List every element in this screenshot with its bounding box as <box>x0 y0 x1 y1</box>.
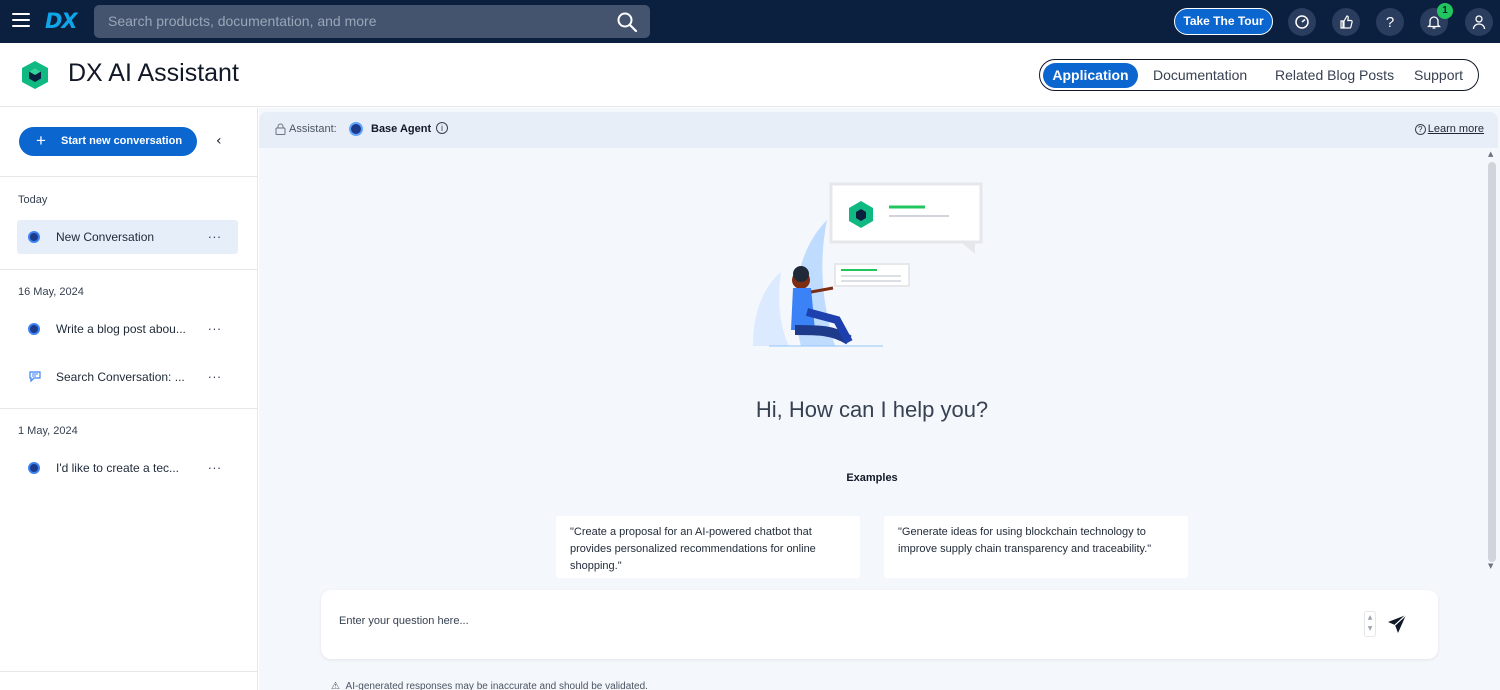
menu-icon[interactable] <box>12 13 30 29</box>
start-new-conversation-label: Start new conversation <box>61 135 183 147</box>
question-icon: ? <box>1385 13 1395 31</box>
learn-more-link[interactable]: ? Learn more <box>1414 123 1484 135</box>
info-icon[interactable]: i <box>436 122 448 134</box>
top-navigation-bar: DX Search products, documentation, and m… <box>0 0 1500 43</box>
example-prompt-card[interactable]: "Generate ideas for using blockchain tec… <box>884 516 1188 578</box>
scrollbar-thumb[interactable] <box>1488 162 1496 562</box>
more-options-icon[interactable]: ... <box>208 457 222 472</box>
user-icon <box>1472 15 1486 30</box>
ai-disclaimer-text: AI-generated responses may be inaccurate… <box>345 681 648 690</box>
conversation-item[interactable]: New Conversation ... <box>17 220 238 254</box>
conversation-item[interactable]: I'd like to create a tec... ... <box>17 451 238 485</box>
learn-more-label: Learn more <box>1427 123 1484 135</box>
scrollbar[interactable]: ▲ ▼ <box>1485 148 1498 576</box>
conversation-title: Search Conversation: ... <box>56 370 185 384</box>
assistant-bar: Assistant: Base Agent i ? Learn more <box>259 112 1498 148</box>
more-options-icon[interactable]: ... <box>208 318 222 333</box>
collapse-sidebar-chevron-icon[interactable]: ‹ <box>216 133 222 149</box>
example-prompt-card[interactable]: "Create a proposal for an AI-powered cha… <box>556 516 860 578</box>
help-button[interactable]: ? <box>1376 8 1404 36</box>
notification-badge: 1 <box>1437 3 1453 19</box>
more-options-icon[interactable]: ... <box>208 366 222 381</box>
group-label-16-may: 16 May, 2024 <box>18 286 84 298</box>
send-icon[interactable] <box>1386 613 1408 635</box>
conversation-title: New Conversation <box>56 230 155 244</box>
conversation-sidebar: + Start new conversation ‹ Today New Con… <box>0 108 258 690</box>
divider <box>0 269 258 270</box>
tab-application[interactable]: Application <box>1043 63 1138 88</box>
dashboard-button[interactable] <box>1288 8 1316 36</box>
section-tabs: Application Documentation Related Blog P… <box>1039 59 1479 91</box>
take-tour-button[interactable]: Take The Tour <box>1174 8 1273 35</box>
assistant-label: Assistant: <box>289 123 337 135</box>
agent-icon <box>349 122 363 136</box>
scroll-down-arrow-icon[interactable]: ▼ <box>1488 562 1493 570</box>
group-label-today: Today <box>18 194 48 206</box>
page-header: DX AI Assistant Application Documentatio… <box>0 43 1500 107</box>
tab-documentation[interactable]: Documentation <box>1153 63 1247 88</box>
conversation-title: Write a blog post abou... <box>56 322 186 336</box>
question-input[interactable] <box>339 615 1319 627</box>
search-icon[interactable] <box>616 11 638 33</box>
tab-related-blog-posts[interactable]: Related Blog Posts <box>1275 63 1394 88</box>
tab-support[interactable]: Support <box>1414 63 1463 88</box>
conversation-item[interactable]: Search Conversation: ... ... <box>17 360 238 394</box>
agent-icon <box>28 231 40 243</box>
plus-icon: + <box>36 131 46 150</box>
chat-panel: Assistant: Base Agent i ? Learn more ▲ ▼ … <box>259 108 1500 690</box>
dx-logo[interactable]: DX <box>45 9 78 33</box>
profile-button[interactable] <box>1465 8 1493 36</box>
assistant-illustration <box>753 182 983 347</box>
agent-icon <box>28 462 40 474</box>
scroll-up-arrow-icon[interactable]: ▲ <box>1488 150 1493 158</box>
divider <box>0 408 258 409</box>
global-search-bar[interactable]: Search products, documentation, and more <box>94 5 650 38</box>
thumbs-up-icon <box>1340 15 1353 29</box>
input-resize-stepper[interactable]: ▲ ▼ <box>1364 611 1376 637</box>
question-input-container: ▲▼ <box>321 590 1438 659</box>
divider <box>0 671 258 672</box>
dx-ai-assistant-logo-icon <box>22 61 48 89</box>
agent-icon <box>28 323 40 335</box>
page-title: DX AI Assistant <box>68 59 239 87</box>
warning-icon: ⚠ <box>331 681 340 690</box>
search-conversation-icon <box>29 371 41 383</box>
lock-icon <box>275 123 286 135</box>
ai-disclaimer: ⚠ AI-generated responses may be inaccura… <box>331 681 648 690</box>
divider <box>0 176 258 177</box>
feedback-button[interactable] <box>1332 8 1360 36</box>
conversation-item[interactable]: Write a blog post abou... ... <box>17 312 238 346</box>
examples-heading: Examples <box>846 472 898 484</box>
help-circle-icon: ? <box>1414 124 1426 135</box>
start-new-conversation-button[interactable]: + Start new conversation <box>19 127 197 156</box>
group-label-1-may: 1 May, 2024 <box>18 425 78 437</box>
agent-name[interactable]: Base Agent <box>371 123 431 135</box>
gauge-icon <box>1295 15 1309 29</box>
conversation-title: I'd like to create a tec... <box>56 461 180 475</box>
greeting-heading: Hi, How can I help you? <box>755 397 989 422</box>
search-placeholder[interactable]: Search products, documentation, and more <box>108 13 377 29</box>
more-options-icon[interactable]: ... <box>208 226 222 241</box>
